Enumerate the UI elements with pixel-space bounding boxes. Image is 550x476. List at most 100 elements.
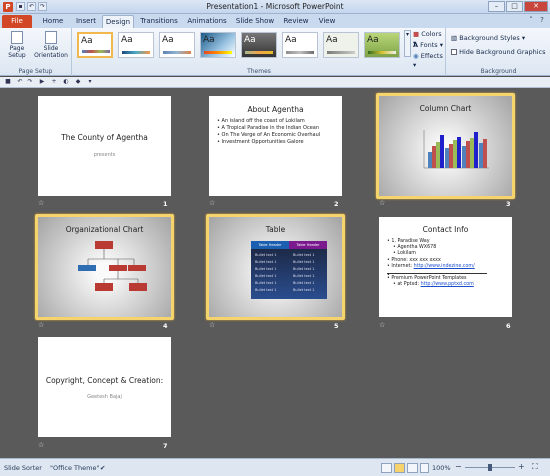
theme-8[interactable]: Aa bbox=[364, 32, 400, 58]
tab-design[interactable]: Design bbox=[102, 15, 134, 28]
theme-office[interactable]: Aa bbox=[77, 32, 113, 58]
background-group: ▧ Background Styles ▾ Hide Background Gr… bbox=[447, 28, 550, 76]
slide-selection-3: Column Chart bbox=[376, 93, 515, 199]
customize-small-icon[interactable]: ▾ bbox=[86, 78, 94, 86]
website-link[interactable]: http://www.indezine.com/ bbox=[414, 264, 475, 269]
theme-3[interactable]: Aa bbox=[159, 32, 195, 58]
slide-7-subtitle: Geetesh Bajaj bbox=[87, 394, 122, 400]
column-chart-graphic bbox=[423, 130, 489, 169]
tab-animations[interactable]: Animations bbox=[184, 15, 230, 28]
theme-5[interactable]: Aa bbox=[241, 32, 277, 58]
bullet-item: On The Verge of An Economic Overhaul bbox=[217, 132, 321, 139]
normal-view-button[interactable] bbox=[381, 463, 392, 473]
tab-view[interactable]: View bbox=[312, 15, 342, 28]
help-icon[interactable]: ? bbox=[538, 16, 546, 25]
pptxd-link[interactable]: http://www.pptxd.com bbox=[421, 282, 474, 287]
zoom-in-icon[interactable]: + bbox=[518, 462, 525, 471]
tab-home[interactable]: Home bbox=[36, 15, 70, 28]
slide-number: 4 bbox=[163, 322, 168, 330]
table-col-1: Bullet text 1 Bullet text 1 Bullet text 1B… bbox=[255, 253, 277, 292]
page-setup-label: Page Setup bbox=[8, 45, 26, 59]
minimize-ribbon-icon[interactable]: ˄ bbox=[527, 16, 535, 25]
background-group-label: Background bbox=[480, 68, 517, 75]
themes-group-label: Themes bbox=[247, 68, 271, 75]
spellcheck-icon[interactable]: ✔ bbox=[100, 464, 105, 472]
shapes-small-icon[interactable]: ◆ bbox=[74, 78, 82, 86]
themes-gallery-more-button[interactable]: ▾ bbox=[404, 30, 411, 57]
title-bar: P ▪ ↶ ↷ Presentation1 - Microsoft PowerP… bbox=[0, 0, 550, 14]
slide-2-bullets: An island off the coast of Lokilam A Tro… bbox=[217, 118, 321, 146]
transition-icon[interactable]: ☆ bbox=[38, 321, 44, 329]
tab-review[interactable]: Review bbox=[280, 15, 312, 28]
theme-7[interactable]: Aa bbox=[323, 32, 359, 58]
slide-thumbnail-4[interactable]: Organizational Chart bbox=[38, 217, 171, 317]
window-controls: – □ ✕ bbox=[488, 1, 548, 12]
transition-icon[interactable]: ☆ bbox=[209, 321, 215, 329]
slide-5-title: Table bbox=[265, 225, 286, 234]
bullet-item: A Tropical Paradise in the Indian Ocean bbox=[217, 125, 320, 132]
theme-6[interactable]: Aa bbox=[282, 32, 318, 58]
slide-6-contact: 1, Paradise Way Agentha WX678 Lokilam Ph… bbox=[387, 239, 487, 288]
ribbon-controls: ˄ ? bbox=[527, 16, 546, 25]
save-small-icon[interactable]: ■ bbox=[4, 78, 12, 86]
table-body: Bullet text 1 Bullet text 1 Bullet text 1B… bbox=[251, 249, 327, 299]
table-col-2: Bullet text 1 Bullet text 1 Bullet text 1B… bbox=[293, 253, 315, 292]
slide-sorter-view-button[interactable] bbox=[394, 463, 405, 473]
fit-to-window-icon[interactable]: ⛶ bbox=[532, 462, 538, 472]
slide-thumbnail-2[interactable]: About Agentha An island off the coast of… bbox=[209, 96, 342, 196]
hide-background-label: Hide Background Graphics bbox=[459, 48, 546, 56]
slide-show-button[interactable] bbox=[420, 463, 429, 473]
slide-number: 7 bbox=[163, 442, 168, 450]
close-button[interactable]: ✕ bbox=[524, 1, 548, 12]
transition-icon[interactable]: ☆ bbox=[209, 199, 215, 207]
zoom-slider-handle[interactable] bbox=[488, 464, 492, 471]
slide-2-title: About Agentha bbox=[247, 105, 304, 114]
theme-4[interactable]: Aa bbox=[200, 32, 236, 58]
colors-icon: ■ bbox=[413, 30, 420, 38]
transition-icon[interactable]: ☆ bbox=[379, 321, 385, 329]
tab-slide-show[interactable]: Slide Show bbox=[232, 15, 278, 28]
slide-thumbnail-7[interactable]: Copyright, Concept & Creation: Geetesh B… bbox=[38, 337, 171, 437]
slide-thumbnail-6[interactable]: Contact Info 1, Paradise Way Agentha WX6… bbox=[379, 217, 512, 317]
page-setup-button[interactable]: Page Setup bbox=[4, 31, 30, 59]
slide-number: 5 bbox=[334, 322, 339, 330]
tab-transitions[interactable]: Transitions bbox=[136, 15, 182, 28]
transition-icon[interactable]: ☆ bbox=[379, 199, 385, 207]
format-small-icon[interactable]: ◐ bbox=[62, 78, 70, 86]
transition-icon[interactable]: ☆ bbox=[38, 199, 44, 207]
slide-orientation-icon bbox=[45, 31, 57, 44]
maximize-button[interactable]: □ bbox=[506, 1, 523, 12]
new-slide-small-icon[interactable]: + bbox=[50, 78, 58, 86]
slide-thumbnail-5[interactable]: Table Table Header Table Header Bullet t… bbox=[209, 217, 342, 317]
slide-sorter-pane: ■ ↶ ↷ ▶ + ◐ ◆ ▾ The County of Agentha pr… bbox=[0, 77, 550, 458]
org-chart-graphic bbox=[78, 241, 147, 291]
tab-insert[interactable]: Insert bbox=[70, 15, 102, 28]
hide-background-graphics-checkbox[interactable]: Hide Background Graphics bbox=[451, 48, 546, 57]
slide-thumbnail-3[interactable]: Column Chart bbox=[379, 96, 512, 196]
slide-orientation-button[interactable]: Slide Orientation bbox=[32, 31, 70, 59]
slide-number: 6 bbox=[506, 322, 511, 330]
transition-icon[interactable]: ☆ bbox=[38, 441, 44, 449]
themes-group: Aa Aa Aa Aa Aa Aa Aa Aa ▾ ■ Colors ▾ A F… bbox=[73, 28, 446, 76]
reading-view-button[interactable] bbox=[407, 463, 418, 473]
redo-small-icon[interactable]: ↷ bbox=[26, 78, 34, 86]
bullet-item: An island off the coast of Lokilam bbox=[217, 118, 320, 125]
slide-thumbnail-1[interactable]: The County of Agentha presents bbox=[38, 96, 171, 196]
tab-file[interactable]: File bbox=[2, 15, 32, 28]
slide-selection-4: Organizational Chart bbox=[35, 214, 174, 320]
theme-name[interactable]: "Office Theme" bbox=[50, 464, 99, 472]
zoom-level[interactable]: 100% bbox=[432, 464, 451, 472]
divider bbox=[387, 273, 487, 275]
window-title: Presentation1 - Microsoft PowerPoint bbox=[206, 2, 344, 11]
slide-selection-5: Table Table Header Table Header Bullet t… bbox=[206, 214, 345, 320]
background-styles-label: Background Styles bbox=[459, 34, 520, 42]
background-styles-button[interactable]: ▧ Background Styles ▾ bbox=[451, 34, 525, 43]
ribbon-design: Page Setup Slide Orientation Page Setup … bbox=[0, 28, 550, 76]
slideshow-small-icon[interactable]: ▶ bbox=[38, 78, 46, 86]
minimize-button[interactable]: – bbox=[488, 1, 505, 12]
undo-small-icon[interactable]: ↶ bbox=[16, 78, 24, 86]
theme-2[interactable]: Aa bbox=[118, 32, 154, 58]
table-header-cell: Table Header bbox=[251, 241, 289, 249]
zoom-out-icon[interactable]: − bbox=[455, 462, 462, 471]
fonts-button[interactable]: A Fonts ▾ bbox=[413, 41, 443, 50]
